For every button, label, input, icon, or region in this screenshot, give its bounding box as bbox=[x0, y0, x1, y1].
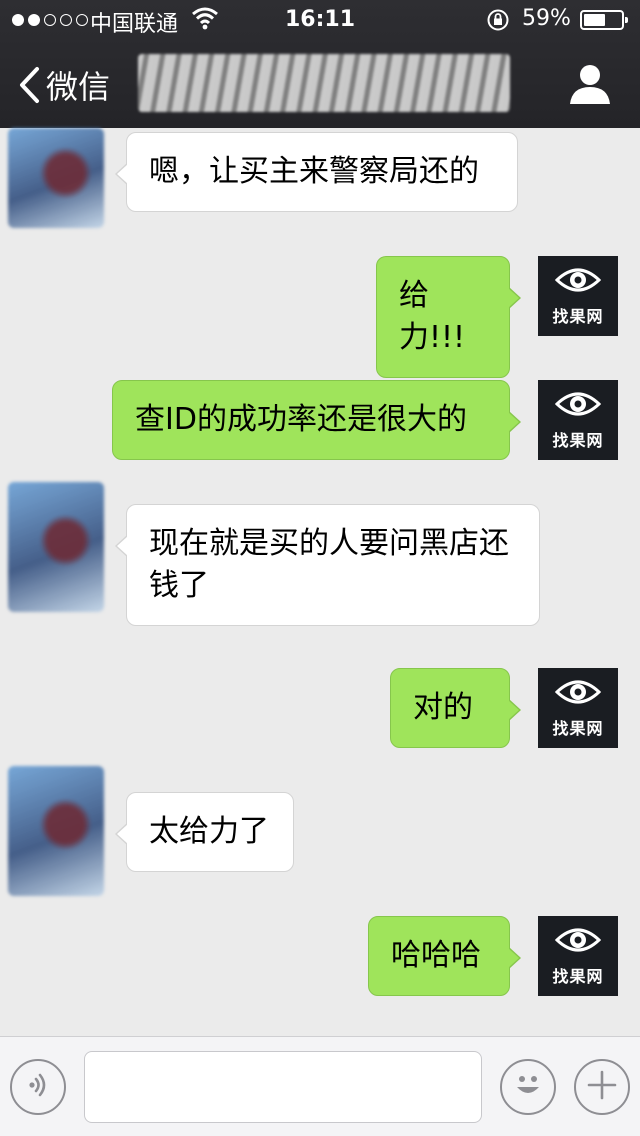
avatar-brand-text: 找果网 bbox=[552, 307, 604, 326]
contact-avatar[interactable] bbox=[8, 128, 104, 228]
message-text: 嗯，让买主来警察局还的 bbox=[149, 154, 479, 189]
voice-button[interactable] bbox=[10, 1059, 66, 1115]
input-bar bbox=[0, 1036, 640, 1136]
message-bubble-incoming[interactable]: 太给力了 bbox=[115, 792, 294, 872]
top-bar: 中国联通 16:11 59% 微信 bbox=[0, 0, 640, 128]
chat-title-redacted bbox=[138, 54, 510, 112]
message-bubble-incoming[interactable]: 嗯，让买主来警察局还的 bbox=[115, 132, 518, 212]
battery-level bbox=[584, 14, 606, 26]
nav-bar: 微信 bbox=[0, 40, 640, 128]
plus-icon bbox=[585, 1068, 619, 1106]
battery-percent: 59% bbox=[522, 6, 571, 31]
my-avatar[interactable]: 找果网 bbox=[538, 256, 618, 336]
message-bubble-outgoing[interactable]: 给力!!! bbox=[376, 256, 521, 378]
status-bar: 中国联通 16:11 59% bbox=[0, 0, 640, 40]
message-text: 对的 bbox=[413, 690, 473, 725]
avatar-brand-text: 找果网 bbox=[552, 719, 604, 738]
profile-icon bbox=[568, 65, 612, 110]
back-button[interactable]: 微信 bbox=[18, 62, 110, 108]
eye-icon bbox=[554, 265, 602, 299]
my-avatar[interactable]: 找果网 bbox=[538, 668, 618, 748]
avatar-brand-text: 找果网 bbox=[552, 431, 604, 450]
my-avatar[interactable]: 找果网 bbox=[538, 380, 618, 460]
message-bubble-incoming[interactable]: 现在就是买的人要问黑店还钱了 bbox=[115, 504, 540, 626]
eye-icon bbox=[554, 389, 602, 423]
message-text: 太给力了 bbox=[149, 814, 269, 849]
chat-area[interactable]: 嗯，让买主来警察局还的 给力!!! 找果网 查ID的成功率还是很大的 找果网 现… bbox=[0, 128, 640, 1036]
battery-icon bbox=[580, 10, 628, 30]
emoji-icon bbox=[508, 1065, 548, 1109]
profile-button[interactable] bbox=[568, 62, 612, 110]
emoji-button[interactable] bbox=[500, 1059, 556, 1115]
message-text: 给力!!! bbox=[399, 278, 466, 355]
message-input[interactable] bbox=[84, 1051, 482, 1123]
eye-icon bbox=[554, 677, 602, 711]
message-text: 查ID的成功率还是很大的 bbox=[135, 402, 467, 437]
message-text: 哈哈哈 bbox=[391, 938, 481, 973]
voice-icon bbox=[24, 1071, 52, 1103]
my-avatar[interactable]: 找果网 bbox=[538, 916, 618, 996]
message-bubble-outgoing[interactable]: 对的 bbox=[390, 668, 521, 748]
plus-button[interactable] bbox=[574, 1059, 630, 1115]
message-text: 现在就是买的人要问黑店还钱了 bbox=[149, 526, 509, 603]
message-bubble-outgoing[interactable]: 查ID的成功率还是很大的 bbox=[112, 380, 521, 460]
chevron-left-icon bbox=[18, 66, 40, 104]
contact-avatar[interactable] bbox=[8, 766, 104, 896]
back-label: 微信 bbox=[46, 68, 111, 106]
avatar-brand-text: 找果网 bbox=[552, 967, 604, 986]
rotation-lock-icon bbox=[486, 8, 510, 38]
message-bubble-outgoing[interactable]: 哈哈哈 bbox=[368, 916, 521, 996]
contact-avatar[interactable] bbox=[8, 482, 104, 612]
eye-icon bbox=[554, 925, 602, 959]
